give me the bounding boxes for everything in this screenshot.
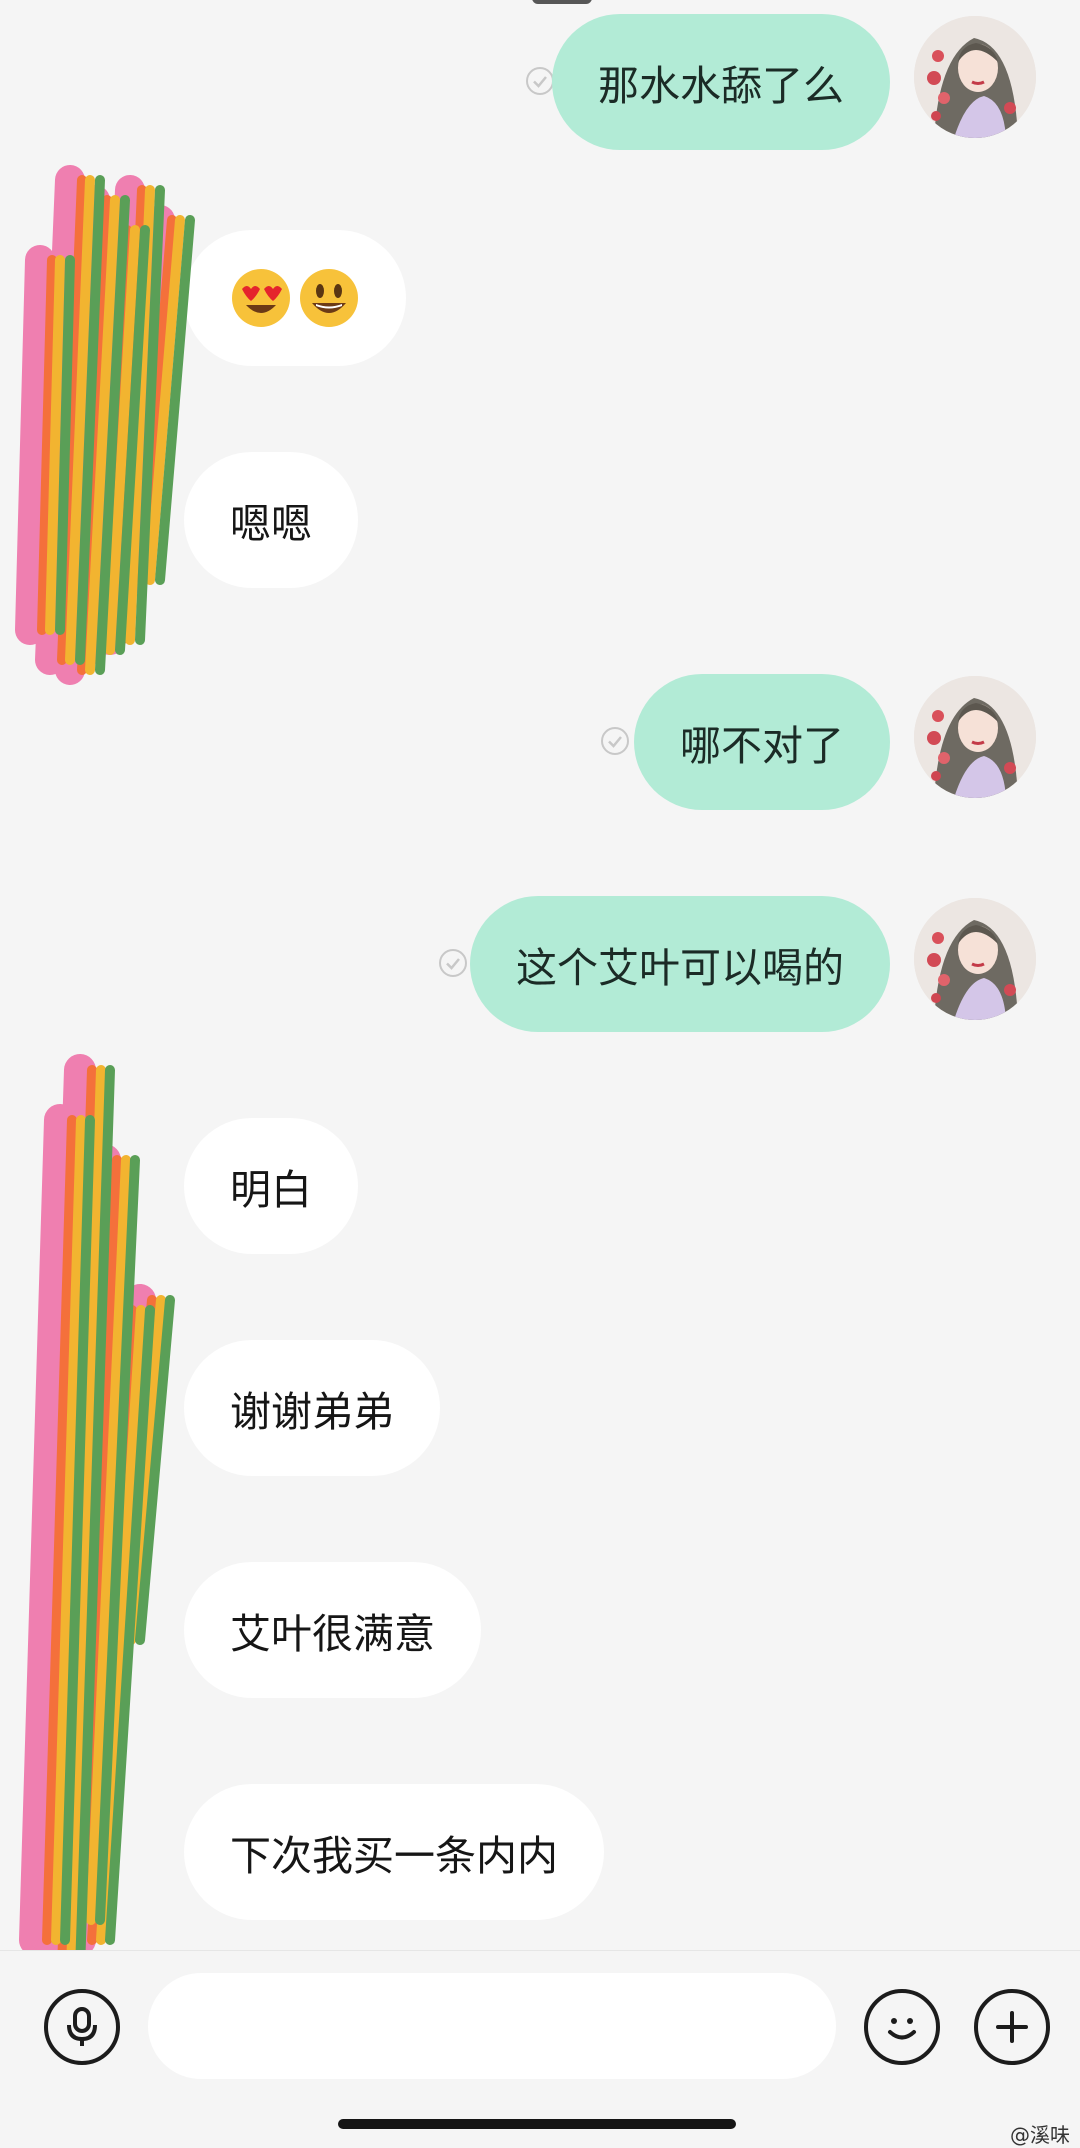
emoji-picker-button[interactable] (864, 1989, 940, 2065)
message-bubble-received[interactable]: 明白 (184, 1118, 358, 1254)
chat-scroll-area[interactable]: 那水水舔了么 😍😃 (0, 0, 1080, 1986)
message-text: 这个艾叶可以喝的 (516, 944, 844, 992)
message-text: 那水水舔了么 (598, 62, 844, 110)
message-text: 嗯嗯 (230, 500, 312, 548)
avatar-redaction-scribble (19, 1054, 175, 1986)
emoji-icon (888, 2018, 916, 2040)
user-avatar[interactable] (914, 16, 1036, 138)
avatar-illustration (914, 676, 1036, 798)
message-input[interactable] (148, 1973, 836, 2079)
message-bubble-sent[interactable]: 哪不对了 (634, 674, 890, 810)
user-avatar[interactable] (914, 676, 1036, 798)
read-check-icon (526, 67, 554, 95)
smiley-emoji-icon (300, 269, 358, 327)
message-row-sent: 这个艾叶可以喝的 (0, 896, 1080, 1036)
read-check-icon (439, 949, 467, 977)
avatar-redaction-scribble (15, 165, 195, 685)
user-avatar[interactable] (914, 898, 1036, 1020)
message-bubble-received[interactable]: 谢谢弟弟 (184, 1340, 440, 1476)
avatar-illustration (914, 898, 1036, 1020)
microphone-icon (67, 2007, 97, 2046)
plus-icon (996, 2011, 1028, 2043)
message-bubble-sent[interactable]: 那水水舔了么 (552, 14, 890, 150)
message-bubble-received[interactable]: 嗯嗯 (184, 452, 358, 588)
home-indicator[interactable] (338, 2119, 736, 2129)
message-text: 明白 (230, 1166, 312, 1214)
heart-eyes-emoji-icon (232, 269, 290, 327)
message-bubble-received[interactable]: 下次我买一条内内 (184, 1784, 604, 1920)
message-text: 哪不对了 (680, 722, 844, 770)
message-bubble-received[interactable]: 😍😃 (184, 230, 406, 366)
message-bubble-received[interactable]: 艾叶很满意 (184, 1562, 481, 1698)
more-actions-button[interactable] (974, 1989, 1050, 2065)
message-row-sent: 那水水舔了么 (0, 14, 1080, 154)
read-check-icon (601, 727, 629, 755)
message-text: 艾叶很满意 (230, 1610, 435, 1658)
avatar-illustration (914, 16, 1036, 138)
chat-input-bar: @溪味 (0, 1950, 1080, 2147)
cropped-header-fragment (532, 0, 592, 4)
message-text: 谢谢弟弟 (230, 1388, 394, 1436)
voice-input-button[interactable] (44, 1989, 120, 2065)
message-text: 下次我买一条内内 (230, 1832, 558, 1880)
message-bubble-sent[interactable]: 这个艾叶可以喝的 (470, 896, 890, 1032)
message-row-sent: 哪不对了 (0, 674, 1080, 814)
